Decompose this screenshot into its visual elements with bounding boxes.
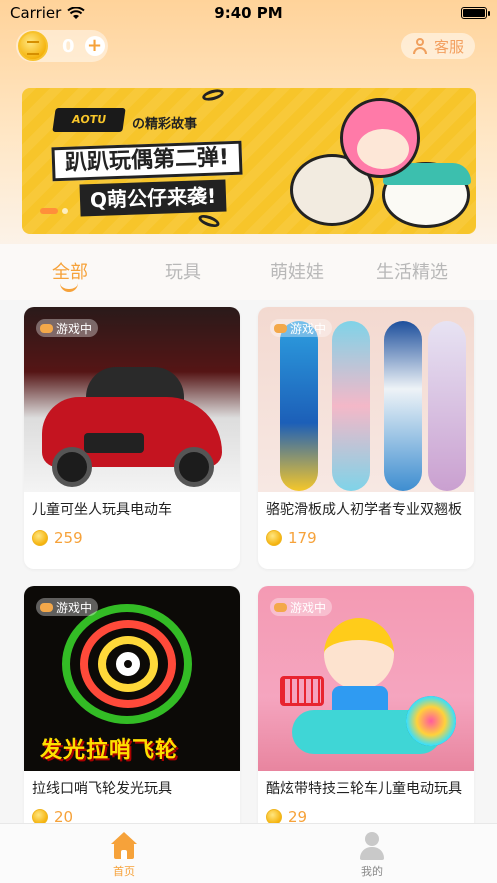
banner-title-secondary: Q萌公仔来袭! xyxy=(79,179,227,217)
gamepad-icon xyxy=(40,323,53,333)
product-card[interactable]: 发光拉哨飞轮 游戏中 拉线口哨飞轮发光玩具 20 xyxy=(24,586,240,848)
tab-cute-dolls[interactable]: 萌娃娃 xyxy=(267,258,327,284)
clock: 9:40 PM xyxy=(214,4,283,22)
playing-badge: 游戏中 xyxy=(270,598,333,616)
page-dot-active xyxy=(40,208,58,214)
battery-icon xyxy=(461,7,490,19)
banner-subtitle: の精彩故事 xyxy=(132,117,198,132)
product-title: 酷炫带特技三轮车儿童电动玩具 xyxy=(266,781,462,797)
banner-title: 趴趴玩偶第二弹! xyxy=(51,140,243,182)
tab-toys[interactable]: 玩具 xyxy=(163,258,203,284)
user-icon xyxy=(357,832,387,860)
product-title: 拉线口哨飞轮发光玩具 xyxy=(32,781,172,797)
coin-icon xyxy=(32,530,48,546)
banner-pagination xyxy=(40,208,68,214)
home-icon xyxy=(109,832,139,860)
person-icon xyxy=(412,38,428,54)
product-card[interactable]: 游戏中 骆驼滑板成人初学者专业双翘板 179 xyxy=(258,307,474,569)
status-bar: Carrier 9:40 PM xyxy=(0,0,497,26)
nav-home-label: 首页 xyxy=(113,865,135,878)
banner-logo: AOTU xyxy=(52,108,126,132)
add-coins-button[interactable]: + xyxy=(84,36,105,56)
product-price: 259 xyxy=(32,529,83,547)
product-title: 儿童可坐人玩具电动车 xyxy=(32,502,172,518)
page-dot xyxy=(62,208,68,214)
gamepad-icon xyxy=(274,323,287,333)
bottom-tab-bar: 首页 我的 xyxy=(0,823,497,883)
tab-life-selection[interactable]: 生活精选 xyxy=(372,258,452,284)
coin-balance[interactable]: 0 + xyxy=(16,30,108,62)
header: 0 + 客服 xyxy=(0,30,497,62)
tab-all[interactable]: 全部 xyxy=(50,258,90,284)
customer-service-button[interactable]: 客服 xyxy=(401,33,475,59)
playing-badge: 游戏中 xyxy=(36,598,99,616)
gamepad-icon xyxy=(274,602,287,612)
customer-service-label: 客服 xyxy=(433,37,464,56)
nav-profile-label: 我的 xyxy=(361,865,383,878)
nav-home[interactable]: 首页 xyxy=(84,832,164,879)
coin-icon xyxy=(266,530,282,546)
coin-icon xyxy=(18,31,48,61)
product-card[interactable]: 游戏中 酷炫带特技三轮车儿童电动玩具 29 xyxy=(258,586,474,848)
product-image-caption: 发光拉哨飞轮 xyxy=(40,738,179,763)
product-price: 179 xyxy=(266,529,317,547)
playing-badge: 游戏中 xyxy=(270,319,333,337)
product-card[interactable]: 游戏中 儿童可坐人玩具电动车 259 xyxy=(24,307,240,569)
promo-banner[interactable]: AOTU の精彩故事 趴趴玩偶第二弹! Q萌公仔来袭! xyxy=(22,88,476,234)
plush-toy-image xyxy=(340,98,420,178)
playing-badge: 游戏中 xyxy=(36,319,99,337)
nav-profile[interactable]: 我的 xyxy=(332,832,412,879)
product-title: 骆驼滑板成人初学者专业双翘板 xyxy=(266,502,462,518)
category-tabs: 全部 玩具 萌娃娃 生活精选 xyxy=(0,244,497,300)
coin-count: 0 xyxy=(62,35,75,57)
gamepad-icon xyxy=(40,602,53,612)
carrier-label: Carrier xyxy=(10,4,62,22)
product-grid: 游戏中 儿童可坐人玩具电动车 259 游戏中 骆驼滑板成人初学者专业双翘板 17… xyxy=(0,300,497,848)
wifi-icon xyxy=(67,6,85,19)
